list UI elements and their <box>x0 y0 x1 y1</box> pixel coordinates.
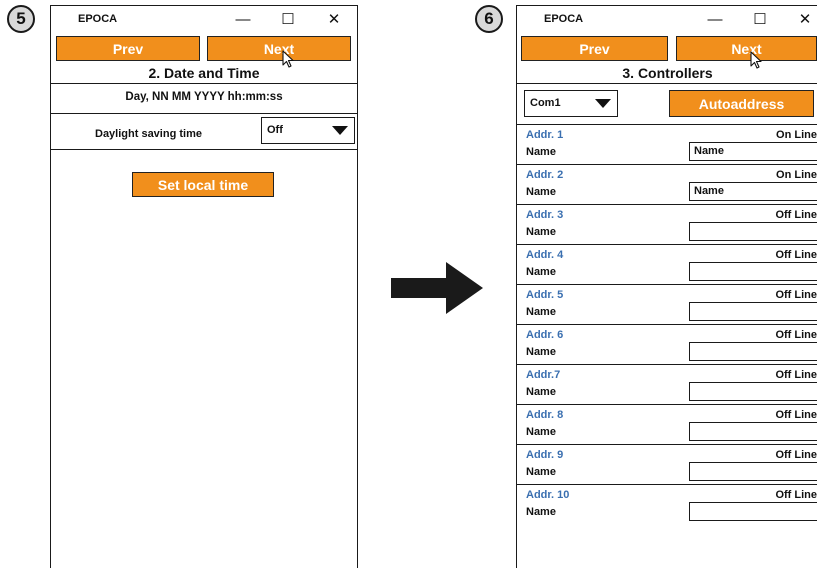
controller-name-label: Name <box>526 386 556 398</box>
controller-name-input[interactable] <box>689 222 817 241</box>
datetime-display: Day, NN MM YYYY hh:mm:ss <box>125 91 283 103</box>
controller-row: Addr. 3 Off Line Name <box>517 204 817 244</box>
controller-name-label: Name <box>526 466 556 478</box>
com-port-value: Com1 <box>530 97 561 109</box>
dropdown-triangle-icon <box>332 126 348 135</box>
title-bar: EPOCA — ☐ ✕ <box>51 6 357 32</box>
next-button[interactable]: Next <box>207 36 351 61</box>
controller-name-input[interactable] <box>689 502 817 521</box>
autoaddress-button[interactable]: Autoaddress <box>669 90 814 117</box>
minimize-icon[interactable]: — <box>703 7 727 31</box>
controller-name-input[interactable] <box>689 262 817 281</box>
controller-name-input[interactable]: Name <box>689 182 817 201</box>
controller-address: Addr. 2 <box>526 169 564 181</box>
prev-button[interactable]: Prev <box>56 36 200 61</box>
controller-status: Off Line <box>775 449 817 461</box>
maximize-icon[interactable]: ☐ <box>748 7 772 31</box>
daylight-saving-label: Daylight saving time <box>95 128 202 140</box>
section-title: 2. Date and Time <box>148 65 260 81</box>
controller-status: On Line <box>776 129 817 141</box>
controller-address: Addr.7 <box>526 369 561 381</box>
controller-address: Addr. 3 <box>526 209 564 221</box>
prev-button[interactable]: Prev <box>521 36 668 61</box>
controller-name-label: Name <box>526 186 556 198</box>
controller-name-input[interactable] <box>689 342 817 361</box>
controller-row: Addr. 8 Off Line Name <box>517 404 817 444</box>
controller-status: Off Line <box>775 209 817 221</box>
controller-address: Addr. 1 <box>526 129 564 141</box>
controller-name-input[interactable] <box>689 302 817 321</box>
right-arrow-icon <box>391 262 483 314</box>
controller-row: Addr. 4 Off Line Name <box>517 244 817 284</box>
controller-row: Addr. 10 Off Line Name <box>517 484 817 524</box>
controller-status: Off Line <box>775 489 817 501</box>
com-port-select[interactable]: Com1 <box>524 90 618 117</box>
section-title: 3. Controllers <box>622 65 713 81</box>
daylight-saving-value: Off <box>267 124 283 136</box>
controller-row: Addr. 1 On Line Name Name <box>517 124 817 164</box>
controller-name-input[interactable] <box>689 382 817 401</box>
daylight-saving-select[interactable]: Off <box>261 117 355 144</box>
divider <box>517 83 817 84</box>
next-button[interactable]: Next <box>676 36 817 61</box>
controller-name-label: Name <box>526 146 556 158</box>
title-bar: EPOCA — ☐ ✕ <box>517 6 817 32</box>
controller-status: On Line <box>776 169 817 181</box>
controller-name-label: Name <box>526 346 556 358</box>
divider <box>51 113 357 114</box>
maximize-icon[interactable]: ☐ <box>276 7 300 31</box>
controller-row: Addr. 2 On Line Name Name <box>517 164 817 204</box>
minimize-icon[interactable]: — <box>231 7 255 31</box>
controller-address: Addr. 6 <box>526 329 564 341</box>
controller-status: Off Line <box>775 249 817 261</box>
controller-name-label: Name <box>526 506 556 518</box>
controller-name-label: Name <box>526 266 556 278</box>
step-badge-5: 5 <box>7 5 35 33</box>
controller-row: Addr. 9 Off Line Name <box>517 444 817 484</box>
close-icon[interactable]: ✕ <box>322 7 346 31</box>
controller-name-input[interactable]: Name <box>689 142 817 161</box>
divider <box>51 149 357 150</box>
controller-row: Addr. 5 Off Line Name <box>517 284 817 324</box>
controller-address: Addr. 5 <box>526 289 564 301</box>
controller-status: Off Line <box>775 409 817 421</box>
controller-name-input[interactable] <box>689 422 817 441</box>
controller-status: Off Line <box>775 369 817 381</box>
controller-name-label: Name <box>526 306 556 318</box>
controller-address: Addr. 9 <box>526 449 564 461</box>
controller-status: Off Line <box>775 289 817 301</box>
controllers-window: EPOCA — ☐ ✕ Prev Next 3. Controllers Com… <box>516 5 817 568</box>
controller-name-label: Name <box>526 426 556 438</box>
controller-row: Addr.7 Off Line Name <box>517 364 817 404</box>
window-title: EPOCA <box>78 13 118 25</box>
controller-address: Addr. 4 <box>526 249 564 261</box>
close-icon[interactable]: ✕ <box>793 7 817 31</box>
divider <box>51 83 357 84</box>
controller-status: Off Line <box>775 329 817 341</box>
controller-name-label: Name <box>526 226 556 238</box>
step-badge-6: 6 <box>475 5 503 33</box>
date-time-window: EPOCA — ☐ ✕ Prev Next 2. Date and Time D… <box>50 5 358 568</box>
controller-row: Addr. 6 Off Line Name <box>517 324 817 364</box>
dropdown-triangle-icon <box>595 99 611 108</box>
set-local-time-button[interactable]: Set local time <box>132 172 274 197</box>
window-title: EPOCA <box>544 13 584 25</box>
controller-address: Addr. 10 <box>526 489 570 501</box>
controller-name-input[interactable] <box>689 462 817 481</box>
controller-address: Addr. 8 <box>526 409 564 421</box>
